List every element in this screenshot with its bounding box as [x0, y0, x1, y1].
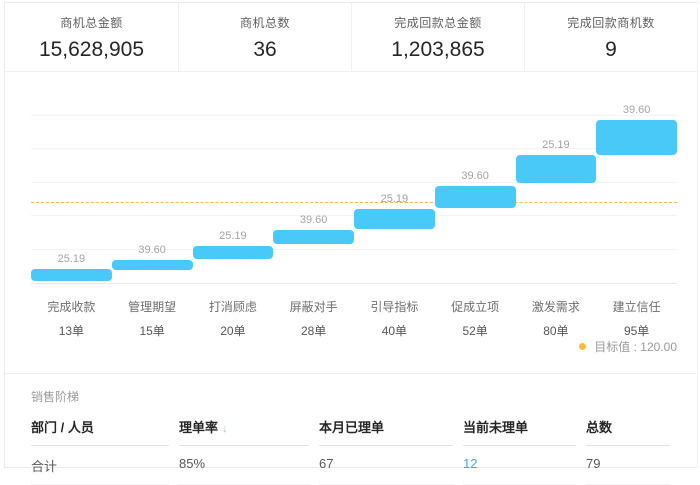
target-legend-dot-icon — [579, 343, 586, 350]
sales-ladder-section: 销售阶梯 部门 / 人员 理单率↓ 本月已理单 当前未理单 总数 合计 85% … — [5, 373, 697, 469]
kpi-card-opportunity-count: 商机总数 36 — [178, 3, 351, 71]
kpi-label: 商机总金额 — [5, 14, 178, 31]
target-legend-item[interactable]: 目标值 : 120.00 — [579, 338, 677, 355]
table-row-total: 合计 85% 67 12 79 — [31, 446, 671, 485]
stage-bar-value-label: 25.19 — [354, 193, 435, 205]
stage-bar-value-label: 25.19 — [193, 230, 274, 242]
kpi-label: 完成回款总金额 — [352, 14, 524, 31]
chart-plot-area: 25.1939.6025.1939.6025.1939.6025.1939.60 — [31, 117, 677, 284]
chart-category-label: 打消顾虑 20单 — [193, 298, 274, 339]
chart-category-label: 激发需求 80单 — [516, 298, 597, 339]
column-header-pending: 当前未理单 — [463, 417, 576, 446]
cell-pending-link[interactable]: 12 — [463, 446, 576, 485]
chart-category-label: 促成立项 52单 — [435, 298, 516, 339]
stage-name: 引导指标 — [354, 298, 435, 315]
stage-name: 激发需求 — [516, 298, 597, 315]
stage-bar-value-label: 25.19 — [31, 253, 112, 265]
stage-name: 建立信任 — [596, 298, 677, 315]
stage-bar[interactable] — [193, 246, 274, 259]
stage-bar-value-label: 39.60 — [112, 244, 193, 256]
stage-bar-value-label: 39.60 — [273, 214, 354, 226]
chart-category-label: 引导指标 40单 — [354, 298, 435, 339]
kpi-value: 9 — [525, 38, 697, 62]
stage-name: 屏蔽对手 — [273, 298, 354, 315]
section-title: 销售阶梯 — [31, 388, 671, 405]
stage-count: 52单 — [435, 322, 516, 339]
column-header-total: 总数 — [586, 417, 670, 446]
sales-stage-chart: 25.1939.6025.1939.6025.1939.6025.1939.60… — [5, 73, 697, 373]
stage-count: 80单 — [516, 322, 597, 339]
stage-bar[interactable] — [596, 120, 677, 155]
chart-category-label: 屏蔽对手 28单 — [273, 298, 354, 339]
stage-name: 完成收款 — [31, 298, 112, 315]
chart-category-label: 管理期望 15单 — [112, 298, 193, 339]
kpi-label: 完成回款商机数 — [525, 14, 697, 31]
stage-bar[interactable] — [516, 155, 597, 183]
kpi-card-opportunity-amount: 商机总金额 15,628,905 — [5, 3, 178, 71]
chart-category-label: 完成收款 13单 — [31, 298, 112, 339]
stage-bar[interactable] — [354, 209, 435, 229]
kpi-summary-row: 商机总金额 15,628,905 商机总数 36 完成回款总金额 1,203,8… — [5, 3, 697, 72]
column-header-rate-sortable[interactable]: 理单率↓ — [179, 417, 309, 446]
column-header-handled: 本月已理单 — [319, 417, 453, 446]
stage-bar-value-label: 39.60 — [435, 170, 516, 182]
stage-count: 40单 — [354, 322, 435, 339]
stage-bar[interactable] — [273, 230, 354, 244]
kpi-card-payment-count: 完成回款商机数 9 — [524, 3, 697, 71]
gridline — [31, 115, 677, 116]
kpi-label: 商机总数 — [179, 14, 351, 31]
chart-category-axis: 完成收款 13单管理期望 15单打消顾虑 20单 屏蔽对手 28单引导指标 40单促成立项 5… — [31, 298, 677, 339]
stage-bar[interactable] — [435, 186, 516, 208]
stage-count: 13单 — [31, 322, 112, 339]
table-header-row: 部门 / 人员 理单率↓ 本月已理单 当前未理单 总数 — [31, 417, 671, 446]
stage-bar-value-label: 39.60 — [596, 104, 677, 116]
stage-count: 28单 — [273, 322, 354, 339]
target-legend-label: 目标值 : 120.00 — [594, 338, 677, 355]
stage-name: 促成立项 — [435, 298, 516, 315]
stage-count: 20单 — [193, 322, 274, 339]
stage-count: 95单 — [596, 322, 677, 339]
kpi-value: 15,628,905 — [5, 38, 178, 62]
stage-count: 15单 — [112, 322, 193, 339]
chart-category-label: 建立信任 95单 — [596, 298, 677, 339]
cell-handled: 67 — [319, 446, 453, 485]
sort-desc-icon[interactable]: ↓ — [222, 421, 228, 435]
kpi-value: 36 — [179, 38, 351, 62]
stage-bar-value-label: 25.19 — [516, 139, 597, 151]
crm-sales-dashboard: 商机总金额 15,628,905 商机总数 36 完成回款总金额 1,203,8… — [4, 2, 698, 468]
stage-bar[interactable] — [112, 260, 193, 270]
kpi-value: 1,203,865 — [352, 38, 524, 62]
stage-bar[interactable] — [31, 269, 112, 281]
column-header-department: 部门 / 人员 — [31, 417, 169, 446]
kpi-card-payment-amount: 完成回款总金额 1,203,865 — [351, 3, 524, 71]
stage-name: 管理期望 — [112, 298, 193, 315]
cell-rate: 85% — [179, 446, 309, 485]
cell-department: 合计 — [31, 446, 169, 485]
cell-total: 79 — [586, 446, 670, 485]
stage-name: 打消顾虑 — [193, 298, 274, 315]
